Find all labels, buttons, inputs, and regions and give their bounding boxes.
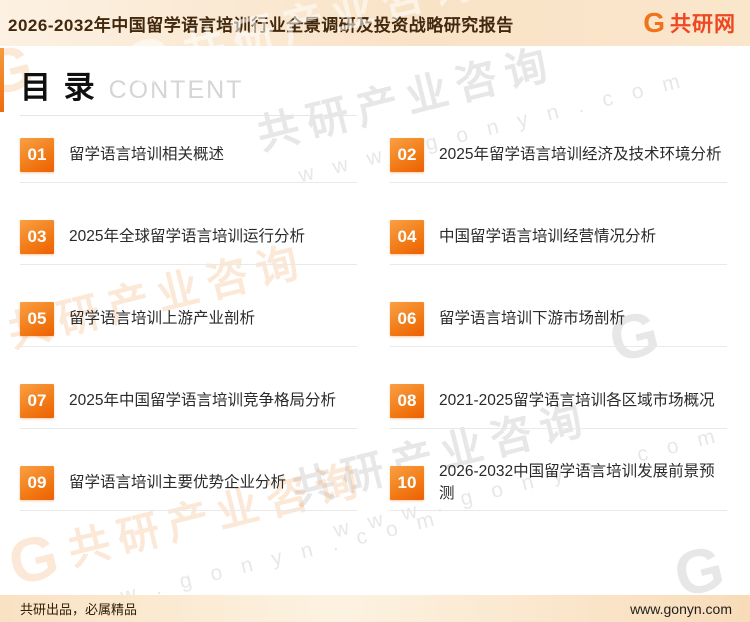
item-title: 中国留学语言培训经营情况分析	[439, 228, 657, 245]
toc-item-09: 09 留学语言培训主要优势企业分析	[20, 457, 357, 539]
item-title: 留学语言培训上游产业剖析	[69, 310, 256, 327]
toc-item-02: 02 2025年留学语言培训经济及技术环境分析	[390, 129, 727, 211]
item-number-badge: 05	[20, 302, 54, 336]
item-divider	[20, 182, 357, 183]
item-divider	[20, 428, 357, 429]
item-number-badge: 04	[390, 220, 424, 254]
item-title: 2025年中国留学语言培训竞争格局分析	[69, 392, 336, 409]
footer-bar: 共研出品，必属精品 www.gonyn.com	[0, 595, 750, 622]
item-title: 留学语言培训下游市场剖析	[439, 310, 626, 327]
heading-divider	[20, 115, 357, 116]
report-toc-page: G共研产业咨询 共研产业咨询 w w w . g o n y n . c o m…	[0, 0, 750, 622]
item-number-badge: 08	[390, 384, 424, 418]
toc-content: 目 录 CONTENT 01 留学语言培训相关概述 02 2025年留学语言培训…	[0, 46, 750, 539]
toc-item-03: 03 2025年全球留学语言培训运行分析	[20, 211, 357, 293]
item-divider	[390, 264, 727, 265]
item-number-badge: 03	[20, 220, 54, 254]
footer-slogan: 共研出品，必属精品	[20, 602, 138, 617]
toc-item-07: 07 2025年中国留学语言培训竞争格局分析	[20, 375, 357, 457]
item-title: 2025年全球留学语言培训运行分析	[69, 228, 305, 245]
item-title: 留学语言培训相关概述	[69, 146, 225, 163]
gonyn-logo: G 共研网	[643, 8, 736, 38]
toc-item-04: 04 中国留学语言培训经营情况分析	[390, 211, 727, 293]
item-divider	[20, 346, 357, 347]
toc-item-06: 06 留学语言培训下游市场剖析	[390, 293, 727, 375]
item-title: 2021-2025留学语言培训各区域市场概况	[439, 392, 715, 409]
item-number-badge: 07	[20, 384, 54, 418]
header-bar: 2026-2032年中国留学语言培训行业全景调研及投资战略研究报告 G 共研网	[0, 0, 750, 46]
report-title: 2026-2032年中国留学语言培训行业全景调研及投资战略研究报告	[8, 15, 514, 35]
item-number-badge: 02	[390, 138, 424, 172]
toc-item-10: 10 2026-2032中国留学语言培训发展前景预测	[390, 457, 727, 539]
item-divider	[390, 182, 727, 183]
item-number-badge: 09	[20, 466, 54, 500]
toc-heading-row: 目 录 CONTENT	[20, 70, 727, 106]
toc-heading-english: CONTENT	[108, 76, 244, 104]
item-title: 2025年留学语言培训经济及技术环境分析	[439, 146, 722, 163]
toc-item-05: 05 留学语言培训上游产业剖析	[20, 293, 357, 375]
toc-item-01: 01 留学语言培训相关概述	[20, 129, 357, 211]
left-accent-bar	[0, 48, 4, 112]
item-number-badge: 01	[20, 138, 54, 172]
item-divider	[390, 510, 727, 511]
item-divider	[390, 428, 727, 429]
footer-website: www.gonyn.com	[630, 600, 732, 617]
item-number-badge: 06	[390, 302, 424, 336]
item-title: 2026-2032中国留学语言培训发展前景预测	[439, 463, 715, 502]
item-divider	[390, 346, 727, 347]
logo-text: 共研网	[670, 13, 736, 36]
toc-item-08: 08 2021-2025留学语言培训各区域市场概况	[390, 375, 727, 457]
item-number-badge: 10	[390, 466, 424, 500]
item-divider	[20, 510, 357, 511]
item-title: 留学语言培训主要优势企业分析	[69, 474, 287, 491]
logo-g-icon: G	[643, 7, 665, 38]
toc-grid: 01 留学语言培训相关概述 02 2025年留学语言培训经济及技术环境分析 03…	[20, 129, 727, 539]
item-divider	[20, 264, 357, 265]
toc-heading: 目 录	[20, 70, 97, 105]
